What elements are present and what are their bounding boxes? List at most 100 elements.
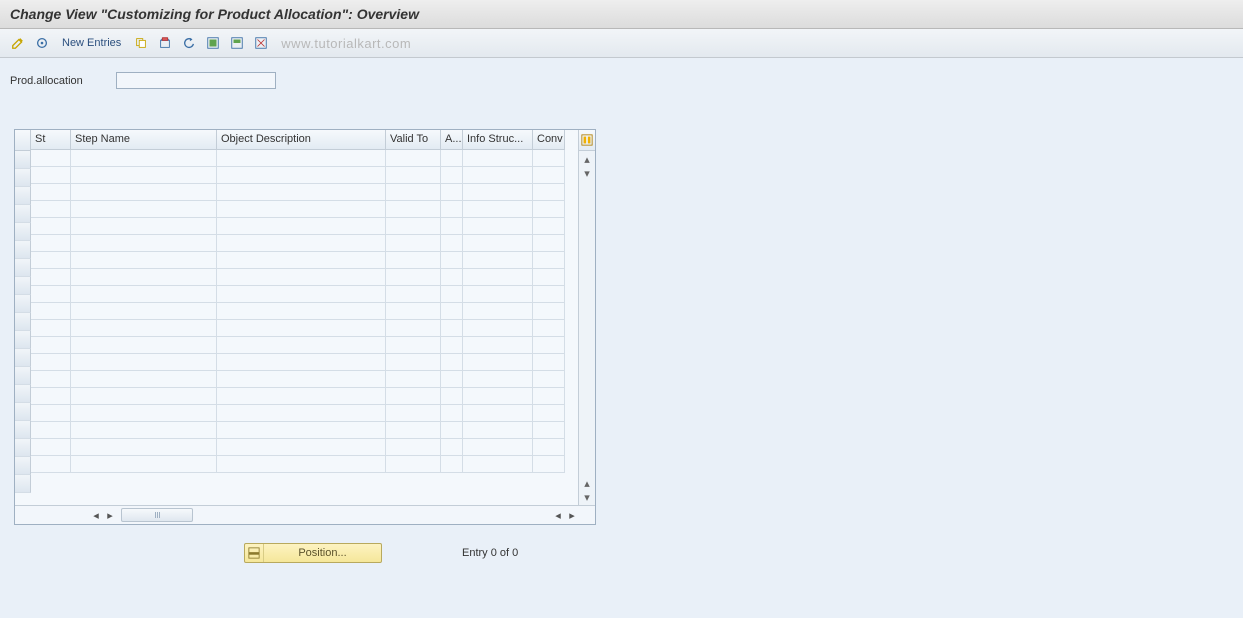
table-cell[interactable] <box>71 201 217 218</box>
table-cell[interactable] <box>31 371 71 388</box>
row-selector[interactable] <box>15 475 31 493</box>
table-row[interactable] <box>31 405 578 422</box>
table-cell[interactable] <box>441 388 463 405</box>
table-cell[interactable] <box>71 422 217 439</box>
table-cell[interactable] <box>533 405 565 422</box>
table-cell[interactable] <box>31 252 71 269</box>
table-cell[interactable] <box>217 422 386 439</box>
table-cell[interactable] <box>533 388 565 405</box>
table-cell[interactable] <box>71 150 217 167</box>
table-cell[interactable] <box>533 371 565 388</box>
table-cell[interactable] <box>217 439 386 456</box>
table-row[interactable] <box>31 269 578 286</box>
table-cell[interactable] <box>463 218 533 235</box>
col-header-valid[interactable]: Valid To <box>386 130 441 150</box>
scroll-left-icon[interactable]: ◂ <box>89 508 103 522</box>
table-cell[interactable] <box>463 235 533 252</box>
table-row[interactable] <box>31 201 578 218</box>
row-selector[interactable] <box>15 367 31 385</box>
table-cell[interactable] <box>71 167 217 184</box>
table-cell[interactable] <box>441 167 463 184</box>
row-selector[interactable] <box>15 385 31 403</box>
table-cell[interactable] <box>217 388 386 405</box>
table-cell[interactable] <box>386 303 441 320</box>
table-cell[interactable] <box>217 354 386 371</box>
table-cell[interactable] <box>463 354 533 371</box>
row-selector[interactable] <box>15 439 31 457</box>
table-cell[interactable] <box>441 303 463 320</box>
table-cell[interactable] <box>217 303 386 320</box>
table-cell[interactable] <box>463 252 533 269</box>
table-cell[interactable] <box>441 184 463 201</box>
row-selector[interactable] <box>15 205 31 223</box>
table-cell[interactable] <box>441 337 463 354</box>
table-cell[interactable] <box>217 320 386 337</box>
table-cell[interactable] <box>31 201 71 218</box>
table-cell[interactable] <box>31 184 71 201</box>
table-cell[interactable] <box>463 422 533 439</box>
table-cell[interactable] <box>71 184 217 201</box>
table-cell[interactable] <box>441 235 463 252</box>
table-cell[interactable] <box>217 184 386 201</box>
table-row[interactable] <box>31 388 578 405</box>
horizontal-scrollbar[interactable]: ◂ ▸ ◂ ▸ <box>15 505 595 524</box>
table-cell[interactable] <box>71 405 217 422</box>
table-row[interactable] <box>31 439 578 456</box>
table-cell[interactable] <box>533 201 565 218</box>
table-cell[interactable] <box>463 371 533 388</box>
table-cell[interactable] <box>386 286 441 303</box>
table-cell[interactable] <box>533 150 565 167</box>
table-cell[interactable] <box>463 320 533 337</box>
table-row[interactable] <box>31 286 578 303</box>
delete-button[interactable] <box>155 33 175 53</box>
table-row[interactable] <box>31 456 578 473</box>
table-cell[interactable] <box>463 167 533 184</box>
table-cell[interactable] <box>533 439 565 456</box>
table-cell[interactable] <box>463 303 533 320</box>
table-cell[interactable] <box>441 150 463 167</box>
row-selector[interactable] <box>15 187 31 205</box>
table-cell[interactable] <box>463 439 533 456</box>
table-cell[interactable] <box>71 320 217 337</box>
table-row[interactable] <box>31 354 578 371</box>
copy-as-button[interactable] <box>131 33 151 53</box>
table-row[interactable] <box>31 422 578 439</box>
table-cell[interactable] <box>217 405 386 422</box>
prod-allocation-input[interactable] <box>116 72 276 89</box>
vertical-scrollbar[interactable]: ▴ ▾ ▴ ▾ <box>578 130 595 505</box>
table-cell[interactable] <box>217 218 386 235</box>
table-cell[interactable] <box>386 235 441 252</box>
table-cell[interactable] <box>71 439 217 456</box>
table-cell[interactable] <box>217 286 386 303</box>
table-cell[interactable] <box>386 252 441 269</box>
table-cell[interactable] <box>386 150 441 167</box>
table-cell[interactable] <box>533 184 565 201</box>
table-row[interactable] <box>31 303 578 320</box>
table-cell[interactable] <box>217 269 386 286</box>
table-cell[interactable] <box>533 320 565 337</box>
new-entries-button[interactable]: New Entries <box>56 33 127 53</box>
table-cell[interactable] <box>463 337 533 354</box>
table-cell[interactable] <box>71 354 217 371</box>
table-row[interactable] <box>31 320 578 337</box>
table-cell[interactable] <box>463 456 533 473</box>
table-cell[interactable] <box>463 201 533 218</box>
table-cell[interactable] <box>441 269 463 286</box>
table-row[interactable] <box>31 167 578 184</box>
row-selector[interactable] <box>15 151 31 169</box>
table-cell[interactable] <box>441 320 463 337</box>
table-cell[interactable] <box>31 218 71 235</box>
scroll-down-icon[interactable]: ▴ <box>580 477 594 489</box>
table-cell[interactable] <box>217 456 386 473</box>
toggle-change-button[interactable] <box>8 33 28 53</box>
table-cell[interactable] <box>441 439 463 456</box>
table-cell[interactable] <box>441 405 463 422</box>
col-header-step[interactable]: Step Name <box>71 130 217 150</box>
table-cell[interactable] <box>71 286 217 303</box>
table-cell[interactable] <box>533 456 565 473</box>
select-all-rows[interactable] <box>15 130 31 151</box>
table-row[interactable] <box>31 235 578 252</box>
table-cell[interactable] <box>463 150 533 167</box>
table-cell[interactable] <box>533 303 565 320</box>
table-row[interactable] <box>31 218 578 235</box>
